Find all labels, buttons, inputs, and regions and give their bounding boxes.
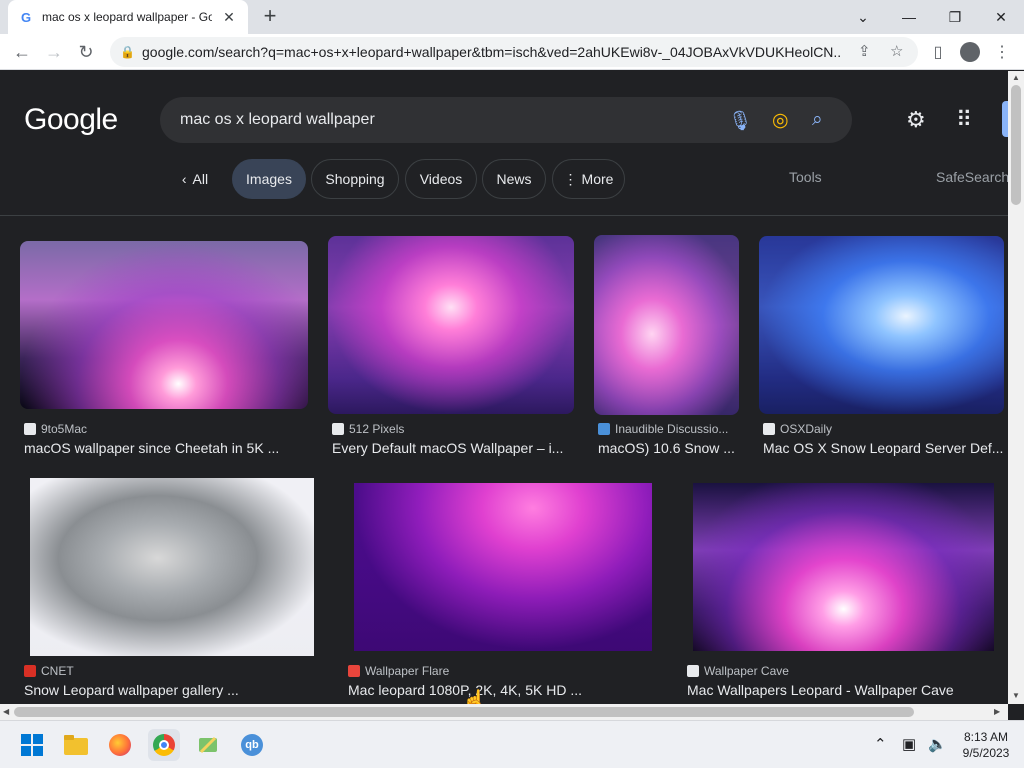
horizontal-scroll-thumb[interactable] (14, 707, 914, 717)
tab-more[interactable]: ⋮ More (552, 159, 625, 199)
result-title[interactable]: Mac OS X Snow Leopard Server Def... (763, 440, 1003, 456)
source-favicon-icon (24, 423, 36, 435)
result-source[interactable]: Wallpaper Flare (348, 664, 449, 678)
google-logo[interactable]: Google (24, 103, 118, 137)
tab-shopping[interactable]: Shopping (311, 159, 399, 199)
back-arrow-icon[interactable]: ← (8, 38, 36, 66)
search-input[interactable]: mac os x leopard wallpaper (180, 111, 375, 129)
google-apps-icon[interactable]: ⠿ (956, 107, 972, 133)
clock-time: 8:13 AM (963, 730, 1009, 744)
url-text[interactable]: google.com/search?q=mac+os+x+leopard+wal… (142, 44, 842, 60)
vertical-scrollbar[interactable]: ▲ ▼ (1008, 71, 1024, 704)
chrome-icon[interactable] (148, 729, 180, 761)
tab-all-label: All (192, 171, 209, 187)
source-favicon-icon (332, 423, 344, 435)
source-favicon-icon (598, 423, 610, 435)
volume-icon[interactable]: 🔈 (928, 735, 947, 753)
windows-taskbar: qb ⌃ ▣ 🔈 8:13 AM 9/5/2023 (0, 720, 1024, 768)
result-source[interactable]: 512 Pixels (332, 422, 404, 436)
lens-camera-icon[interactable]: ◎ (772, 109, 789, 132)
firefox-icon[interactable] (104, 729, 136, 761)
scroll-up-icon[interactable]: ▲ (1012, 73, 1020, 82)
close-window-icon[interactable]: ✕ (978, 0, 1024, 34)
minimize-icon[interactable]: — (886, 0, 932, 34)
search-results-page: Google mac os x leopard wallpaper 🎙 ◎ ⌕ … (0, 71, 1008, 704)
result-thumbnail[interactable] (759, 236, 1004, 414)
more-dots-icon: ⋮ (563, 170, 578, 187)
source-favicon-icon (348, 665, 360, 677)
result-thumbnail[interactable] (693, 483, 994, 651)
tab-strip: G mac os x leopard wallpaper - Go ✕ + ⌄ … (0, 0, 1024, 34)
tab-images[interactable]: Images (232, 159, 306, 199)
scroll-left-icon[interactable]: ◀ (3, 707, 9, 716)
file-explorer-icon[interactable] (60, 729, 92, 761)
result-title[interactable]: macOS wallpaper since Cheetah in 5K ... (24, 440, 304, 456)
forward-arrow-icon[interactable]: → (40, 38, 68, 66)
close-tab-icon[interactable]: ✕ (220, 9, 238, 26)
tab-more-label: More (581, 171, 614, 187)
screen: G mac os x leopard wallpaper - Go ✕ + ⌄ … (0, 0, 1024, 768)
profile-avatar-icon[interactable] (956, 38, 984, 66)
source-favicon-icon (763, 423, 775, 435)
tab-title: mac os x leopard wallpaper - Go (42, 10, 212, 24)
side-panel-icon[interactable]: ▯ (924, 38, 952, 66)
scroll-right-icon[interactable]: ▶ (994, 707, 1000, 716)
result-thumbnail[interactable] (30, 478, 314, 656)
reload-icon[interactable]: ↻ (72, 38, 100, 66)
search-icon[interactable]: ⌕ (812, 109, 823, 131)
lock-icon[interactable]: 🔒 (120, 45, 136, 59)
restore-icon[interactable]: ❐ (932, 0, 978, 34)
tools-button[interactable]: Tools (789, 169, 822, 185)
browser-menu-icon[interactable]: ⋮ (988, 38, 1016, 66)
browser-tab[interactable]: G mac os x leopard wallpaper - Go ✕ (8, 0, 248, 34)
tab-all[interactable]: ‹ All (170, 159, 220, 199)
address-bar[interactable]: 🔒 google.com/search?q=mac+os+x+leopard+w… (110, 37, 918, 67)
source-favicon-icon (24, 665, 36, 677)
result-title[interactable]: Mac Wallpapers Leopard - Wallpaper Cave (687, 682, 992, 698)
new-tab-button[interactable]: + (258, 5, 282, 29)
mouse-cursor-icon: ☝ (462, 690, 487, 704)
windows-start-icon[interactable] (16, 729, 48, 761)
result-source[interactable]: 9to5Mac (24, 422, 87, 436)
clock-date: 9/5/2023 (962, 746, 1010, 760)
result-source[interactable]: Wallpaper Cave (687, 664, 789, 678)
app-pencil-icon[interactable] (192, 729, 224, 761)
bookmark-star-icon[interactable]: ☆ (890, 42, 903, 60)
settings-gear-icon[interactable]: ⚙ (906, 107, 926, 133)
source-favicon-icon (687, 665, 699, 677)
microphone-icon[interactable]: 🎙 (728, 109, 752, 133)
tab-search-chevron-icon[interactable]: ⌄ (840, 0, 886, 34)
result-source[interactable]: Inaudible Discussio... (598, 422, 728, 436)
vertical-scroll-thumb[interactable] (1011, 85, 1021, 205)
show-hidden-icons-icon[interactable]: ⌃ (874, 735, 887, 753)
header-divider (0, 215, 1008, 216)
result-source[interactable]: CNET (24, 664, 74, 678)
system-clock[interactable]: 8:13 AM 9/5/2023 (954, 729, 1018, 761)
result-title[interactable]: Every Default macOS Wallpaper – i... (332, 440, 568, 456)
scroll-down-icon[interactable]: ▼ (1012, 691, 1020, 700)
result-title[interactable]: Mac leopard 1080P, 2K, 4K, 5K HD ... (348, 682, 648, 698)
tab-news[interactable]: News (482, 159, 546, 199)
result-title[interactable]: macOS) 10.6 Snow ... (598, 440, 738, 456)
result-thumbnail[interactable] (328, 236, 574, 414)
horizontal-scrollbar[interactable]: ◀ ▶ (0, 704, 1008, 720)
result-thumbnail[interactable] (354, 483, 652, 651)
qbittorrent-icon[interactable]: qb (236, 729, 268, 761)
browser-toolbar: ← → ↻ 🔒 google.com/search?q=mac+os+x+leo… (0, 34, 1024, 70)
safesearch-button[interactable]: SafeSearch (936, 169, 1008, 185)
result-thumbnail[interactable] (20, 241, 308, 409)
share-icon[interactable]: ⇪ (858, 42, 871, 60)
result-source[interactable]: OSXDaily (763, 422, 832, 436)
search-box[interactable]: mac os x leopard wallpaper 🎙 ◎ ⌕ (160, 97, 852, 143)
network-icon[interactable]: ▣ (902, 735, 916, 753)
google-favicon-icon: G (20, 9, 32, 25)
filter-chips: ‹ All Images Shopping Videos News ⋮ More… (0, 159, 1008, 201)
result-thumbnail[interactable] (594, 235, 739, 415)
chevron-left-icon: ‹ (181, 171, 187, 187)
tab-videos[interactable]: Videos (405, 159, 477, 199)
result-title[interactable]: Snow Leopard wallpaper gallery ... (24, 682, 314, 698)
